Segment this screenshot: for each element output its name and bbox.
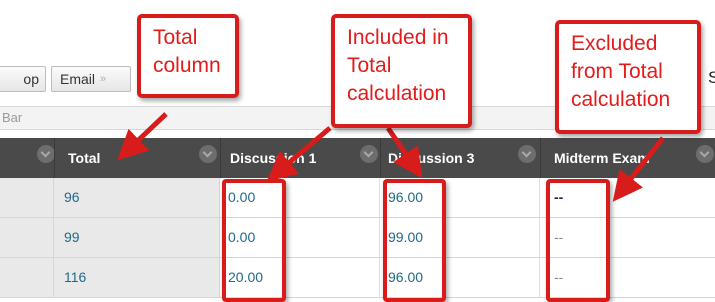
callout-line: Excluded	[571, 32, 658, 55]
callout-included: Included in Total calculation	[331, 14, 472, 128]
callout-line: calculation	[571, 88, 671, 111]
callout-line: column	[153, 54, 221, 77]
callout-excluded: Excluded from Total calculation	[555, 20, 701, 134]
callout-line: from Total	[571, 60, 663, 83]
arrow-to-discussion-1	[266, 126, 332, 182]
callout-line: Included in	[347, 26, 449, 49]
callout-line: Total	[347, 54, 392, 77]
callout-total-column: Total column	[137, 14, 239, 98]
callout-line: Total	[153, 26, 198, 49]
callout-line: calculation	[347, 82, 447, 105]
arrow-to-total-header	[117, 112, 168, 161]
arrow-to-midterm	[612, 136, 665, 202]
arrow-to-discussion-3	[385, 126, 423, 179]
